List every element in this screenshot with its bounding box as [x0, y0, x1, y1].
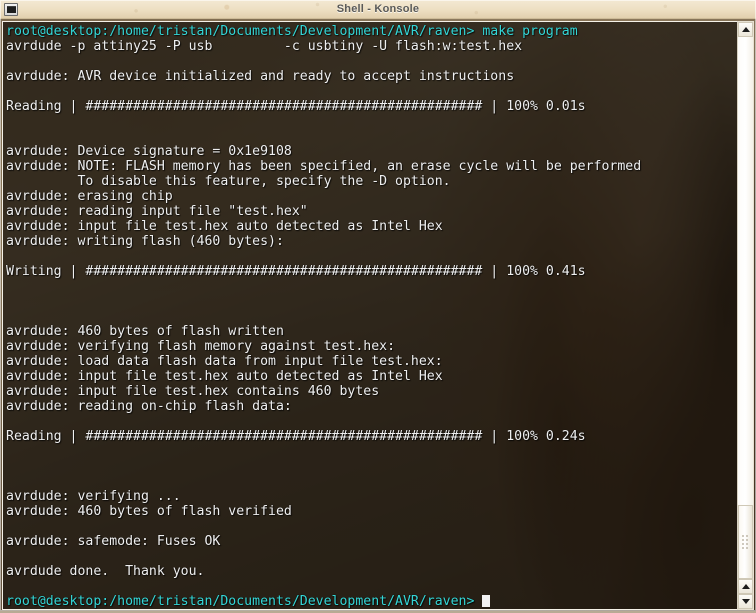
- terminal-line: avrdude -p attiny25 -P usb -c usbtiny -U…: [6, 39, 523, 54]
- terminal-line: avrdude: safemode: Fuses OK: [6, 534, 221, 549]
- grip-icon: [741, 534, 750, 550]
- terminal-line: avrdude: reading on-chip flash data:: [6, 399, 292, 414]
- terminal-line: root@desktop:/home/tristan/Documents/Dev…: [6, 24, 578, 39]
- terminal-frame: root@desktop:/home/tristan/Documents/Dev…: [2, 21, 737, 610]
- terminal-line: avrdude: verifying ...: [6, 489, 181, 504]
- scrollbar-thumb[interactable]: [738, 505, 753, 579]
- terminal-line: avrdude: Device signature = 0x1e9108: [6, 144, 292, 159]
- terminal-line: avrdude: erasing chip: [6, 189, 173, 204]
- text-cursor: [482, 595, 491, 607]
- scrollbar-track[interactable]: [738, 37, 753, 579]
- chevron-up-icon: [741, 27, 750, 32]
- terminal-scrollbar[interactable]: [737, 21, 754, 610]
- terminal-line: root@desktop:/home/tristan/Documents/Dev…: [6, 594, 737, 609]
- terminal-icon[interactable]: [4, 2, 18, 16]
- window-title: Shell - Konsole: [336, 3, 420, 15]
- scroll-down-button[interactable]: [738, 594, 753, 609]
- chevron-up-icon: [741, 584, 750, 589]
- window-titlebar[interactable]: Shell - Konsole: [0, 0, 756, 19]
- terminal-line: Reading | ##############################…: [6, 99, 586, 114]
- terminal-line: To disable this feature, specify the -D …: [6, 174, 451, 189]
- terminal-line: Reading | ##############################…: [6, 429, 586, 444]
- terminal-line: avrdude: input file test.hex auto detect…: [6, 369, 443, 384]
- scroll-up-button[interactable]: [738, 22, 753, 37]
- chevron-down-icon: [741, 599, 750, 604]
- terminal-output[interactable]: root@desktop:/home/tristan/Documents/Dev…: [3, 22, 737, 609]
- terminal-line: avrdude done. Thank you.: [6, 564, 205, 579]
- terminal-line: avrdude: AVR device initialized and read…: [6, 69, 515, 84]
- terminal-line: avrdude: writing flash (460 bytes):: [6, 234, 284, 249]
- terminal-line: Writing | ##############################…: [6, 264, 586, 279]
- terminal-line: avrdude: load data flash data from input…: [6, 354, 443, 369]
- terminal-line: avrdude: NOTE: FLASH memory has been spe…: [6, 159, 642, 174]
- terminal-line: avrdude: input file test.hex contains 46…: [6, 384, 380, 399]
- terminal-line: avrdude: reading input file "test.hex": [6, 204, 308, 219]
- window-body: root@desktop:/home/tristan/Documents/Dev…: [0, 19, 756, 613]
- konsole-window: Shell - Konsole root@desktop:/home/trist…: [0, 0, 756, 611]
- terminal-line: avrdude: 460 bytes of flash verified: [6, 504, 292, 519]
- terminal-line: avrdude: input file test.hex auto detect…: [6, 219, 443, 234]
- scroll-up-button-secondary[interactable]: [738, 579, 753, 594]
- terminal-line: avrdude: verifying flash memory against …: [6, 339, 396, 354]
- terminal-line: avrdude: 460 bytes of flash written: [6, 324, 284, 339]
